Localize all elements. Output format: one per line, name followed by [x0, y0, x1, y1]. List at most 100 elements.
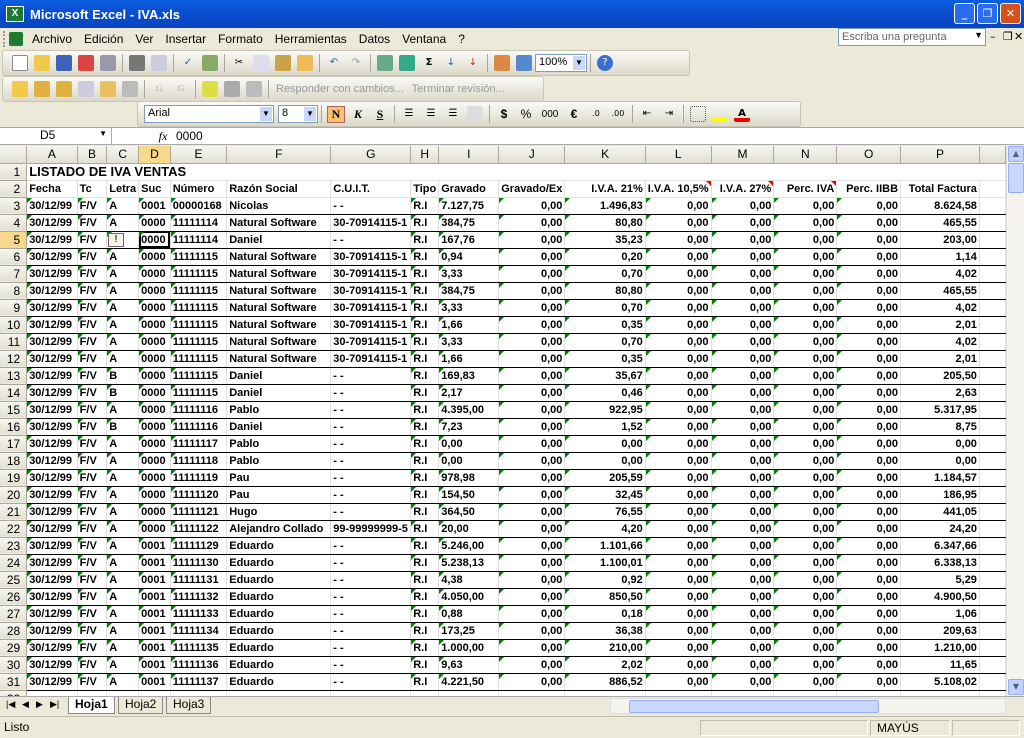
header-cell[interactable]: Razón Social: [226, 180, 332, 198]
cell[interactable]: 0000: [138, 214, 171, 232]
cell[interactable]: A: [106, 503, 140, 521]
cell[interactable]: 0,00: [773, 656, 838, 674]
cell[interactable]: 32,45: [564, 486, 646, 504]
cell[interactable]: 8,75: [900, 418, 980, 436]
cell[interactable]: 0,00: [711, 401, 775, 419]
cell[interactable]: 0,00: [645, 316, 712, 334]
cell[interactable]: 0,00: [773, 231, 838, 249]
cell[interactable]: 0,00: [711, 605, 775, 623]
cell[interactable]: - -: [330, 622, 412, 640]
underline-button[interactable]: S: [371, 107, 389, 122]
cell[interactable]: 0,00: [498, 282, 566, 300]
cell[interactable]: 0,00: [711, 248, 775, 266]
column-header-m[interactable]: M: [711, 146, 775, 164]
cell[interactable]: 0,00: [836, 656, 902, 674]
cell[interactable]: Daniel: [226, 384, 332, 402]
cell[interactable]: 0,00: [711, 656, 775, 674]
cell[interactable]: 4,02: [900, 333, 980, 351]
euro-button[interactable]: €: [565, 107, 583, 121]
cell[interactable]: A: [106, 299, 140, 317]
cell[interactable]: - -: [330, 554, 412, 572]
cell[interactable]: R.I: [410, 248, 440, 266]
cell[interactable]: - -: [330, 401, 412, 419]
cell[interactable]: 0,00: [711, 214, 775, 232]
cell[interactable]: 0,00: [498, 265, 566, 283]
cell[interactable]: Natural Software: [226, 265, 332, 283]
cell[interactable]: 1.100,01: [564, 554, 646, 572]
cell[interactable]: 30/12/99: [26, 350, 78, 368]
column-header-extra[interactable]: [979, 146, 1006, 164]
cell[interactable]: 30/12/99: [26, 316, 78, 334]
header-cell[interactable]: Gravado: [438, 180, 500, 198]
cell[interactable]: 1,66: [438, 316, 500, 334]
chevron-down-icon[interactable]: ▼: [99, 129, 107, 138]
cell[interactable]: 30/12/99: [26, 605, 78, 623]
cell[interactable]: 0,00: [836, 418, 902, 436]
cell[interactable]: R.I: [410, 197, 440, 215]
cell[interactable]: 0001: [138, 571, 171, 589]
cell[interactable]: 0,00: [645, 520, 712, 538]
cell[interactable]: - -: [330, 452, 412, 470]
column-header-b[interactable]: B: [77, 146, 108, 164]
row-header[interactable]: 3: [0, 197, 28, 215]
cell[interactable]: 5.246,00: [438, 537, 500, 555]
cell[interactable]: 30-70914115-1: [330, 214, 412, 232]
cell[interactable]: - -: [330, 231, 412, 249]
cell[interactable]: 5.238,13: [438, 554, 500, 572]
cell[interactable]: 0,35: [564, 316, 646, 334]
cell[interactable]: Pablo: [226, 435, 332, 453]
cell[interactable]: 11111136: [170, 656, 228, 674]
header-cell[interactable]: I.V.A. 21%: [564, 180, 646, 198]
cell[interactable]: 850,50: [564, 588, 646, 606]
cell[interactable]: 30-70914115-1: [330, 299, 412, 317]
cell[interactable]: 11111131: [170, 571, 228, 589]
cell[interactable]: 0,00: [773, 367, 838, 385]
row-header[interactable]: 15: [0, 401, 28, 419]
cell[interactable]: 4.050,00: [438, 588, 500, 606]
cell[interactable]: 0,00: [711, 469, 775, 487]
cell[interactable]: 30-70914115-1: [330, 350, 412, 368]
header-cell[interactable]: I.V.A. 27%: [711, 180, 775, 198]
menu-edicion[interactable]: Edición: [78, 32, 129, 46]
cell[interactable]: 4,38: [438, 571, 500, 589]
cell[interactable]: 0,00: [711, 418, 775, 436]
cell[interactable]: 465,55: [900, 214, 980, 232]
cell[interactable]: 11111115: [170, 316, 228, 334]
row-header[interactable]: 30: [0, 656, 28, 674]
cell[interactable]: 0000: [138, 350, 171, 368]
paste-icon[interactable]: [275, 55, 291, 71]
decrease-decimal-icon[interactable]: .00: [610, 106, 626, 122]
row-header[interactable]: 2: [0, 180, 28, 198]
fill-color-icon[interactable]: [712, 106, 728, 122]
cell[interactable]: 0,00: [773, 520, 838, 538]
cell[interactable]: R.I: [410, 367, 440, 385]
cell[interactable]: 0,00: [836, 316, 902, 334]
cell[interactable]: F/V: [77, 622, 108, 640]
cell[interactable]: 0,00: [645, 197, 712, 215]
header-cell[interactable]: Suc: [138, 180, 171, 198]
cell[interactable]: F/V: [77, 401, 108, 419]
cell[interactable]: Alejandro Collado: [226, 520, 332, 538]
row-header[interactable]: 12: [0, 350, 28, 368]
cell[interactable]: 0,00: [711, 537, 775, 555]
cell[interactable]: 0001: [138, 554, 171, 572]
cell[interactable]: 0,00: [645, 486, 712, 504]
cell[interactable]: 1,66: [438, 350, 500, 368]
row-header[interactable]: 1: [0, 163, 28, 181]
cell[interactable]: 186,95: [900, 486, 980, 504]
cell[interactable]: A: [106, 197, 140, 215]
cell[interactable]: 76,55: [564, 503, 646, 521]
cell[interactable]: R.I: [410, 282, 440, 300]
font-color-icon[interactable]: A: [734, 106, 750, 122]
cell[interactable]: 30/12/99: [26, 554, 78, 572]
sheet-title[interactable]: LISTADO DE IVA VENTAS: [26, 163, 1006, 181]
cell[interactable]: 3,33: [438, 299, 500, 317]
cell[interactable]: A: [106, 248, 140, 266]
cell[interactable]: 0,00: [773, 282, 838, 300]
row-header[interactable]: 6: [0, 248, 28, 266]
cell[interactable]: 0,00: [711, 333, 775, 351]
cell[interactable]: 4,20: [564, 520, 646, 538]
cell[interactable]: 0,94: [438, 248, 500, 266]
cell[interactable]: 11111129: [170, 537, 228, 555]
cell[interactable]: F/V: [77, 299, 108, 317]
